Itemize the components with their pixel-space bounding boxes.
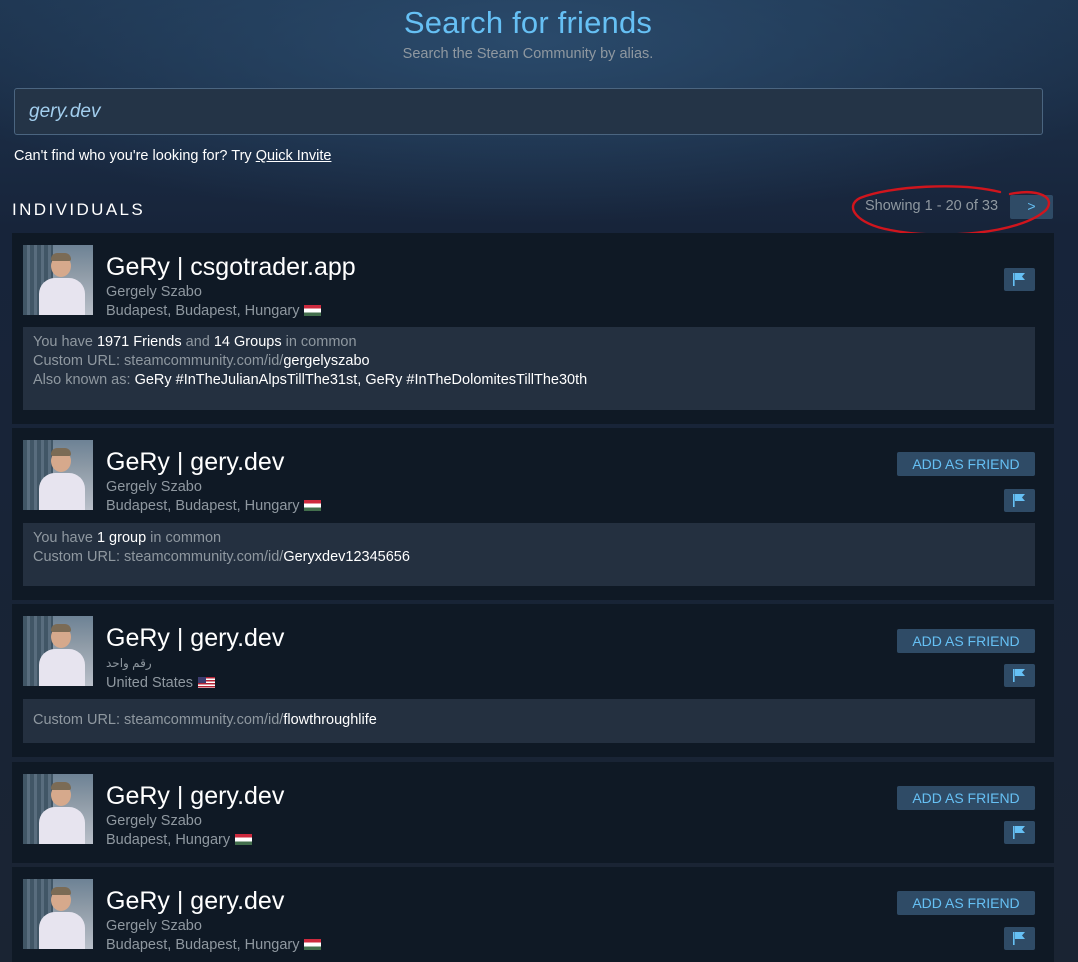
next-page-button[interactable]: >	[1010, 195, 1053, 219]
report-button[interactable]	[1004, 664, 1035, 687]
help-text: Can't find who you're looking for? Try Q…	[14, 148, 331, 164]
search-input[interactable]: gery.dev	[14, 88, 1043, 135]
custom-url-line: Custom URL: steamcommunity.com/id/gergel…	[33, 352, 1025, 371]
search-page: Search for friends Search the Steam Comm…	[0, 0, 1078, 962]
persona-name[interactable]: GeRy | gery.dev	[106, 624, 284, 653]
avatar[interactable]	[23, 440, 93, 510]
avatar[interactable]	[23, 774, 93, 844]
location: Budapest, Hungary	[106, 832, 253, 848]
location-text: Budapest, Hungary	[106, 832, 231, 848]
flag-icon	[1013, 494, 1025, 507]
result-card: GeRy | gery.dev Gergely Szabo Budapest, …	[12, 428, 1054, 600]
real-name: Gergely Szabo	[106, 813, 202, 829]
hungary-flag-icon	[235, 834, 253, 845]
info-box: You have 1 group in common Custom URL: s…	[23, 523, 1035, 586]
avatar[interactable]	[23, 616, 93, 686]
add-as-friend-button[interactable]: ADD AS FRIEND	[897, 452, 1035, 476]
custom-url-id: gergelyszabo	[283, 353, 370, 369]
report-button[interactable]	[1004, 489, 1035, 512]
real-name: رقم واحد	[106, 656, 152, 670]
location-text: Budapest, Budapest, Hungary	[106, 937, 300, 953]
page-subtitle: Search the Steam Community by alias.	[402, 46, 654, 62]
location: Budapest, Budapest, Hungary	[106, 303, 322, 319]
report-button[interactable]	[1004, 821, 1035, 844]
avatar[interactable]	[23, 879, 93, 949]
flag-icon	[1013, 932, 1025, 945]
aka-line: Also known as: GeRy #InTheJulianAlpsTill…	[33, 371, 1025, 390]
result-card: GeRy | gery.dev Gergely Szabo Budapest, …	[12, 762, 1054, 863]
add-as-friend-button[interactable]: ADD AS FRIEND	[897, 629, 1035, 653]
report-button[interactable]	[1004, 268, 1035, 291]
usa-flag-icon	[198, 677, 216, 688]
custom-url-prefix: Custom URL: steamcommunity.com/id/	[33, 549, 284, 565]
common-suffix: in common	[146, 530, 222, 546]
real-name: Gergely Szabo	[106, 918, 202, 934]
add-as-friend-button[interactable]: ADD AS FRIEND	[897, 891, 1035, 915]
persona-name[interactable]: GeRy | csgotrader.app	[106, 253, 356, 282]
flag-icon	[1013, 273, 1025, 286]
quick-invite-link[interactable]: Quick Invite	[256, 148, 332, 164]
info-box: Custom URL: steamcommunity.com/id/flowth…	[23, 699, 1035, 743]
location: United States	[106, 675, 216, 691]
flag-icon	[1013, 826, 1025, 839]
page-title: Search for friends	[403, 5, 653, 40]
avatar[interactable]	[23, 245, 93, 315]
flag-icon	[1013, 669, 1025, 682]
hungary-flag-icon	[304, 500, 322, 511]
common-groups[interactable]: 1 group	[97, 530, 146, 546]
custom-url-line: Custom URL: steamcommunity.com/id/Geryxd…	[33, 548, 1025, 567]
location-text: Budapest, Budapest, Hungary	[106, 303, 300, 319]
common-line: You have 1971 Friends and 14 Groups in c…	[33, 333, 1025, 352]
help-prefix: Can't find who you're looking for? Try	[14, 148, 256, 164]
paging-summary: Showing 1 - 20 of 33	[865, 198, 999, 214]
location-text: United States	[106, 675, 194, 691]
common-prefix: You have	[33, 334, 97, 350]
common-groups[interactable]: 14 Groups	[214, 334, 282, 350]
info-box: You have 1971 Friends and 14 Groups in c…	[23, 327, 1035, 410]
custom-url-prefix: Custom URL: steamcommunity.com/id/	[33, 353, 284, 369]
persona-name[interactable]: GeRy | gery.dev	[106, 782, 284, 811]
custom-url-id: Geryxdev12345656	[283, 549, 410, 565]
report-button[interactable]	[1004, 927, 1035, 950]
hungary-flag-icon	[304, 305, 322, 316]
custom-url-prefix: Custom URL: steamcommunity.com/id/	[33, 712, 284, 728]
result-card: GeRy | gery.dev Gergely Szabo Budapest, …	[12, 867, 1054, 962]
common-friends[interactable]: 1971 Friends	[97, 334, 182, 350]
add-as-friend-button[interactable]: ADD AS FRIEND	[897, 786, 1035, 810]
common-suffix: in common	[281, 334, 357, 350]
location: Budapest, Budapest, Hungary	[106, 937, 322, 953]
location-text: Budapest, Budapest, Hungary	[106, 498, 300, 514]
common-line: You have 1 group in common	[33, 529, 1025, 548]
real-name: Gergely Szabo	[106, 284, 202, 300]
location: Budapest, Budapest, Hungary	[106, 498, 322, 514]
result-card: GeRy | gery.dev رقم واحد United States A…	[12, 604, 1054, 757]
section-title: INDIVIDUALS	[12, 200, 146, 219]
result-card: GeRy | csgotrader.app Gergely Szabo Buda…	[12, 233, 1054, 424]
persona-name[interactable]: GeRy | gery.dev	[106, 448, 284, 477]
aka-names: GeRy #InTheJulianAlpsTillThe31st, GeRy #…	[134, 372, 588, 388]
common-prefix: You have	[33, 530, 97, 546]
persona-name[interactable]: GeRy | gery.dev	[106, 887, 284, 916]
aka-prefix: Also known as:	[33, 372, 135, 388]
custom-url-id: flowthroughlife	[283, 712, 377, 728]
real-name: Gergely Szabo	[106, 479, 202, 495]
common-and: and	[181, 334, 214, 350]
hungary-flag-icon	[304, 939, 322, 950]
custom-url-line: Custom URL: steamcommunity.com/id/flowth…	[33, 711, 1025, 730]
